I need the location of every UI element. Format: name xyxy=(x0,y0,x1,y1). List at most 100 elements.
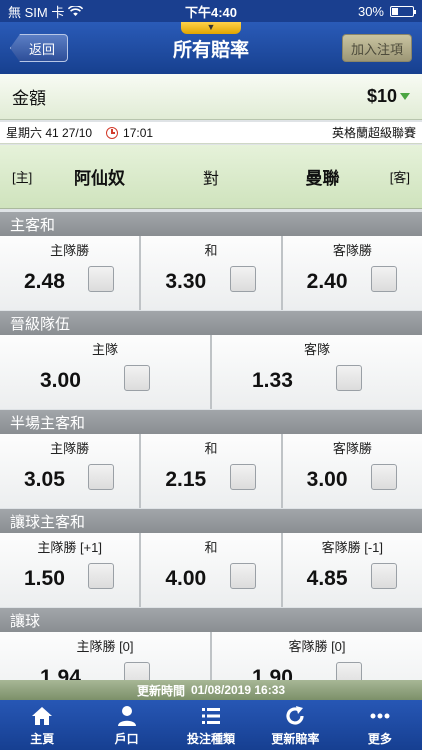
odds-value: 2.15 xyxy=(165,468,207,491)
match-time: 17:01 xyxy=(123,125,154,140)
clock-time: 下午4:40 xyxy=(184,4,238,20)
odds-value: 3.30 xyxy=(165,270,207,293)
wifi-icon xyxy=(68,5,84,16)
odds-label: 和 xyxy=(204,441,218,456)
section-header-home-draw-away: 主客和 xyxy=(0,212,422,236)
odds-checkbox[interactable] xyxy=(336,365,362,391)
odds-label: 主隊勝 [0] xyxy=(76,639,134,654)
odds-cell[interactable]: 客隊勝 2.40 xyxy=(282,236,422,310)
amount-label: 金額 xyxy=(12,89,46,108)
page-title: 所有賠率 xyxy=(172,39,249,61)
amount-row[interactable]: 金額 $10 xyxy=(0,74,422,120)
odds-cell[interactable]: 客隊勝 [-1] 4.85 xyxy=(282,533,422,607)
odds-label: 主隊勝 [+1] xyxy=(37,540,102,555)
carrier-label: 無 SIM 卡 xyxy=(8,4,65,20)
list-icon xyxy=(202,707,221,724)
odds-cell[interactable]: 和 3.30 xyxy=(141,236,281,310)
odds-label: 和 xyxy=(204,540,218,555)
odds-value: 3.05 xyxy=(24,468,65,491)
add-bet-button[interactable]: 加入注項 xyxy=(341,34,412,62)
teams-row: [主] 阿仙奴 對 曼聯 [客] xyxy=(0,145,422,209)
tab-bet-types[interactable]: 投注種類 xyxy=(169,700,253,750)
odds-checkbox[interactable] xyxy=(229,464,256,490)
odds-value: 2.48 xyxy=(24,270,65,293)
tab-more[interactable]: 更多 xyxy=(338,700,422,750)
amount-selector[interactable]: $10 xyxy=(367,86,410,107)
odds-checkbox[interactable] xyxy=(370,563,397,589)
odds-label: 主隊勝 xyxy=(50,441,90,456)
odds-value: 3.00 xyxy=(306,468,348,491)
odds-value: 4.85 xyxy=(306,567,348,590)
tab-label: 更新賠率 xyxy=(271,731,320,746)
person-icon xyxy=(117,705,136,726)
odds-checkbox[interactable] xyxy=(88,563,115,589)
more-icon xyxy=(370,713,390,718)
match-date: 星期六 41 27/10 xyxy=(6,126,93,140)
amount-value: $10 xyxy=(366,86,397,106)
match-info: 星期六 41 27/10 17:01 英格蘭超級聯賽 xyxy=(0,122,422,144)
refresh-icon xyxy=(286,705,305,725)
away-team: 曼聯 xyxy=(305,169,340,188)
league-name: 英格蘭超級聯賽 xyxy=(331,126,416,140)
back-button[interactable]: 返回 xyxy=(10,34,69,62)
update-time-bar: 更新時間 01/08/2019 16:33 xyxy=(0,680,422,700)
odds-label: 主隊 xyxy=(91,342,118,357)
odds-cell[interactable]: 客隊勝 3.00 xyxy=(282,434,422,508)
tab-bar: 主頁 戶口 投注種類 更新賠率 更多 xyxy=(0,700,422,750)
odds-value: 3.00 xyxy=(40,369,81,392)
odds-checkbox[interactable] xyxy=(124,365,150,391)
odds-checkbox[interactable] xyxy=(88,464,115,490)
odds-checkbox[interactable] xyxy=(88,266,115,292)
section-header-handicap-home-draw-away: 讓球主客和 xyxy=(0,509,422,533)
home-tag: [主] xyxy=(12,170,33,185)
odds-value: 4.00 xyxy=(165,567,207,590)
odds-cell[interactable]: 主隊勝 3.05 xyxy=(0,434,140,508)
tab-label: 戶口 xyxy=(114,731,139,746)
odds-label: 客隊勝 xyxy=(332,441,372,456)
odds-label: 客隊勝 [-1] xyxy=(321,540,384,555)
odds-cell[interactable]: 和 4.00 xyxy=(141,533,281,607)
odds-label: 和 xyxy=(204,243,218,258)
odds-value: 1.50 xyxy=(24,567,65,590)
odds-row-qualifying-team: 主隊 3.00 客隊 1.33 xyxy=(0,335,422,409)
odds-label: 客隊勝 [0] xyxy=(288,639,346,654)
away-tag: [客] xyxy=(389,170,410,185)
tab-home[interactable]: 主頁 xyxy=(0,700,84,750)
odds-cell[interactable]: 主隊勝 [+1] 1.50 xyxy=(0,533,140,607)
odds-checkbox[interactable] xyxy=(229,563,256,589)
update-time-label: 更新時間 xyxy=(136,683,185,698)
odds-value: 2.40 xyxy=(306,270,348,293)
odds-row-half-time: 主隊勝 3.05 和 2.15 客隊勝 3.00 xyxy=(0,434,422,508)
battery-percent: 30% xyxy=(357,3,384,19)
nav-bar: ▼ 返回 所有賠率 加入注項 xyxy=(0,22,422,74)
tab-label: 更多 xyxy=(367,731,392,746)
update-time-value: 01/08/2019 16:33 xyxy=(190,683,286,697)
dropdown-triangle-icon xyxy=(400,93,410,100)
pull-down-handle[interactable]: ▼ xyxy=(181,22,241,34)
odds-row-handicap-home-draw-away: 主隊勝 [+1] 1.50 和 4.00 客隊勝 [-1] 4.85 xyxy=(0,533,422,607)
home-icon xyxy=(32,706,53,725)
odds-cell[interactable]: 主隊勝 2.48 xyxy=(0,236,140,310)
odds-checkbox[interactable] xyxy=(370,464,397,490)
tab-refresh-odds[interactable]: 更新賠率 xyxy=(253,700,337,750)
tab-label: 主頁 xyxy=(30,731,55,746)
odds-label: 主隊勝 xyxy=(50,243,90,258)
tab-account[interactable]: 戶口 xyxy=(84,700,168,750)
odds-value: 1.33 xyxy=(252,369,293,392)
clock-icon xyxy=(106,126,119,139)
odds-cell[interactable]: 客隊 1.33 xyxy=(212,335,422,409)
status-bar: 無 SIM 卡 下午4:40 30% xyxy=(0,0,422,22)
section-header-handicap: 讓球 xyxy=(0,608,422,632)
odds-cell[interactable]: 和 2.15 xyxy=(141,434,281,508)
odds-row-home-draw-away: 主隊勝 2.48 和 3.30 客隊勝 2.40 xyxy=(0,236,422,310)
odds-checkbox[interactable] xyxy=(370,266,397,292)
home-team: 阿仙奴 xyxy=(74,169,125,188)
odds-label: 客隊 xyxy=(303,342,330,357)
tab-label: 投注種類 xyxy=(187,731,236,746)
section-header-half-time: 半場主客和 xyxy=(0,410,422,434)
odds-cell[interactable]: 主隊 3.00 xyxy=(0,335,210,409)
odds-label: 客隊勝 xyxy=(332,243,372,258)
section-header-qualifying-team: 晉級隊伍 xyxy=(0,311,422,335)
odds-checkbox[interactable] xyxy=(229,266,256,292)
vs-label: 對 xyxy=(202,170,219,188)
